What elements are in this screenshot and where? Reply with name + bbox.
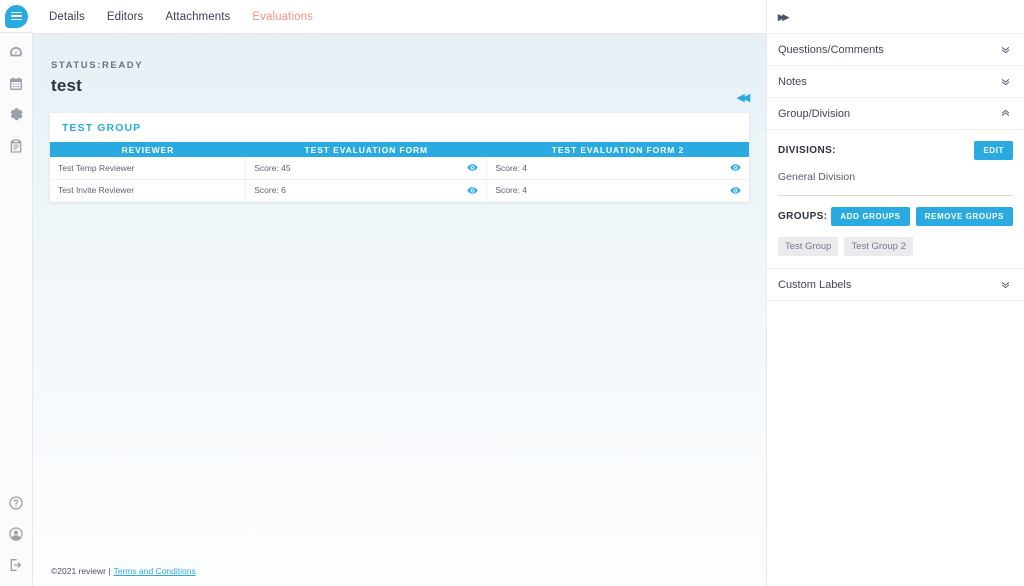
terms-link[interactable]: Terms and Conditions (114, 566, 196, 576)
cell-form2: Score: 4 (486, 157, 749, 180)
column-header-form2: TEST EVALUATION FORM 2 (486, 142, 749, 157)
expand-panel-button[interactable]: ▸▸ (778, 9, 789, 25)
accordion-questions-comments[interactable]: Questions/Comments (767, 34, 1024, 66)
score-text: Score: 45 (254, 162, 291, 173)
edit-divisions-button[interactable]: EDIT (974, 141, 1013, 160)
group-chips: Test Group Test Group 2 (778, 237, 1013, 256)
chevron-down-icon (1000, 44, 1011, 55)
accordion-label: Custom Labels (778, 278, 852, 291)
tab-details[interactable]: Details (49, 9, 85, 25)
tab-editors[interactable]: Editors (107, 9, 144, 25)
cell-reviewer: Test Temp Reviewer (50, 157, 246, 180)
division-value: General Division (778, 171, 856, 183)
table-header: REVIEWER TEST EVALUATION FORM TEST EVALU… (50, 142, 749, 157)
status-header: STATUS:READY test (33, 34, 766, 96)
chevron-down-icon (1000, 279, 1011, 290)
app-root: Details Editors Attachments Evaluations … (0, 0, 1024, 586)
footer: ©2021 reviewr | Terms and Conditions (33, 556, 766, 586)
group-chip[interactable]: Test Group (778, 237, 839, 256)
dashboard-icon[interactable] (7, 44, 25, 62)
evaluations-table: REVIEWER TEST EVALUATION FORM TEST EVALU… (50, 142, 749, 202)
group-division-body: DIVISIONS: EDIT General Division GROUPS:… (767, 130, 1024, 269)
score-text: Score: 4 (495, 162, 528, 173)
table-row: Test Invite Reviewer Score: 6 Score: 4 (50, 179, 749, 202)
accordion-notes[interactable]: Notes (767, 66, 1024, 98)
view-evaluation-icon[interactable] (467, 162, 478, 173)
account-icon[interactable] (7, 525, 25, 543)
left-rail (0, 0, 33, 586)
gear-icon[interactable] (7, 106, 25, 124)
remove-groups-button[interactable]: REMOVE GROUPS (915, 207, 1013, 226)
divisions-header: DIVISIONS: EDIT (778, 141, 1013, 160)
groups-header: GROUPS: ADD GROUPS REMOVE GROUPS (778, 207, 1013, 226)
accordion-custom-labels[interactable]: Custom Labels (767, 269, 1024, 301)
table-header-row: REVIEWER TEST EVALUATION FORM TEST EVALU… (50, 142, 749, 157)
rail-bottom-icons (0, 494, 32, 574)
accordion-label: Questions/Comments (778, 43, 884, 56)
divisions-label: DIVISIONS: (778, 145, 836, 156)
calendar-icon[interactable] (7, 75, 25, 93)
divider (778, 195, 1013, 196)
right-panel-header: ▸▸ (767, 0, 1024, 34)
help-icon[interactable] (7, 494, 25, 512)
group-chip[interactable]: Test Group 2 (844, 237, 913, 256)
table-body: Test Temp Reviewer Score: 45 Score: 4 Te… (50, 157, 749, 202)
cell-form1: Score: 45 (245, 157, 487, 180)
main-content: STATUS:READY test ◂◂ TEST GROUP REVIEWER… (33, 34, 766, 586)
score-text: Score: 4 (495, 185, 528, 195)
collapse-panel-button[interactable]: ◂◂ (737, 90, 750, 105)
accordion-label: Group/Division (778, 107, 851, 120)
tab-bar: Details Editors Attachments Evaluations (33, 0, 766, 34)
card-title: TEST GROUP (62, 122, 142, 134)
column-header-reviewer: REVIEWER (50, 142, 246, 157)
reviewr-logo[interactable] (0, 0, 33, 33)
cell-form1: Score: 6 (245, 179, 487, 202)
column-header-form1: TEST EVALUATION FORM (245, 142, 487, 157)
cell-form2: Score: 4 (486, 179, 749, 202)
add-groups-button[interactable]: ADD GROUPS (831, 207, 910, 226)
page-title: test (51, 76, 83, 95)
status-badge: STATUS:READY (51, 60, 144, 71)
groups-label: GROUPS: (778, 211, 828, 222)
rail-primary-icons (7, 44, 25, 155)
logo-bubble-icon (4, 4, 28, 28)
clipboard-icon[interactable] (7, 137, 25, 155)
center-column: Details Editors Attachments Evaluations … (33, 0, 766, 586)
right-panel: ▸▸ Questions/Comments Notes Group/Divisi… (766, 0, 1024, 586)
view-evaluation-icon[interactable] (467, 185, 478, 196)
view-evaluation-icon[interactable] (730, 185, 741, 196)
copyright-text: ©2021 reviewr | (51, 566, 111, 576)
accordion-label: Notes (778, 75, 807, 88)
accordion-group-division[interactable]: Group/Division (767, 98, 1024, 130)
view-evaluation-icon[interactable] (730, 162, 741, 173)
cell-reviewer: Test Invite Reviewer (50, 179, 246, 202)
score-text: Score: 6 (254, 185, 286, 195)
chevron-up-icon (1000, 108, 1011, 119)
tab-evaluations[interactable]: Evaluations (252, 9, 313, 25)
tab-attachments[interactable]: Attachments (165, 9, 230, 25)
evaluation-card: TEST GROUP REVIEWER TEST EVALUATION FORM… (49, 112, 750, 203)
table-row: Test Temp Reviewer Score: 45 Score: 4 (50, 157, 749, 180)
logout-icon[interactable] (7, 556, 25, 574)
groups-actions: ADD GROUPS REMOVE GROUPS (831, 207, 1013, 226)
chevron-down-icon (1000, 76, 1011, 87)
